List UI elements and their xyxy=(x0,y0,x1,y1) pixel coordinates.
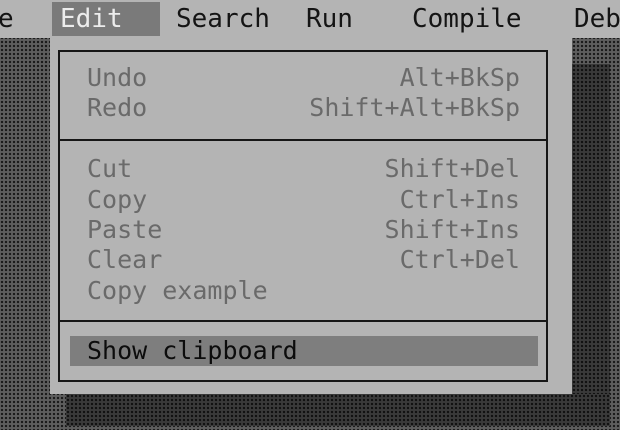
menu-item-show-clipboard[interactable]: Show clipboard xyxy=(70,336,538,366)
menu-item-shortcut: Shift+Ins xyxy=(384,215,520,244)
menu-item-shortcut: Ctrl+Del xyxy=(399,245,520,274)
menu-debug-partial[interactable]: Deb xyxy=(574,2,620,36)
menu-item-shortcut: Shift+Del xyxy=(384,154,520,183)
menu-item-clear[interactable]: Clear Ctrl+Del xyxy=(60,246,546,274)
menu-separator xyxy=(58,139,548,141)
menu-item-label: Clear xyxy=(87,245,163,274)
menu-file-partial[interactable]: e xyxy=(0,2,24,36)
menu-item-label: Copy example xyxy=(87,276,268,305)
menu-item-label: Copy xyxy=(87,185,148,214)
menu-bar: e Edit Search Run Compile Deb xyxy=(0,0,620,38)
menu-compile[interactable]: Compile xyxy=(412,2,538,36)
menu-item-label: Cut xyxy=(87,154,133,183)
dropdown-shadow-bottom xyxy=(66,394,610,426)
menu-item-cut[interactable]: Cut Shift+Del xyxy=(60,155,546,183)
menu-item-label: Undo xyxy=(87,63,148,92)
menu-edit[interactable]: Edit xyxy=(52,2,160,36)
menu-item-label: Paste xyxy=(87,215,163,244)
menu-item-paste[interactable]: Paste Shift+Ins xyxy=(60,216,546,244)
menu-item-shortcut: Ctrl+Ins xyxy=(399,185,520,214)
dropdown-shadow xyxy=(572,64,610,406)
menu-item-label: Redo xyxy=(87,93,148,122)
menu-item-copy[interactable]: Copy Ctrl+Ins xyxy=(60,186,546,214)
menu-run[interactable]: Run xyxy=(306,2,366,36)
menu-item-shortcut: Alt+BkSp xyxy=(399,63,520,92)
menu-item-shortcut: Shift+Alt+BkSp xyxy=(309,93,520,122)
menu-item-undo[interactable]: Undo Alt+BkSp xyxy=(60,64,546,92)
menu-search[interactable]: Search xyxy=(176,2,286,36)
menu-separator xyxy=(58,320,548,322)
menu-item-copy-example[interactable]: Copy example xyxy=(60,277,546,305)
menu-item-label: Show clipboard xyxy=(87,336,298,365)
menu-item-redo[interactable]: Redo Shift+Alt+BkSp xyxy=(60,94,546,122)
